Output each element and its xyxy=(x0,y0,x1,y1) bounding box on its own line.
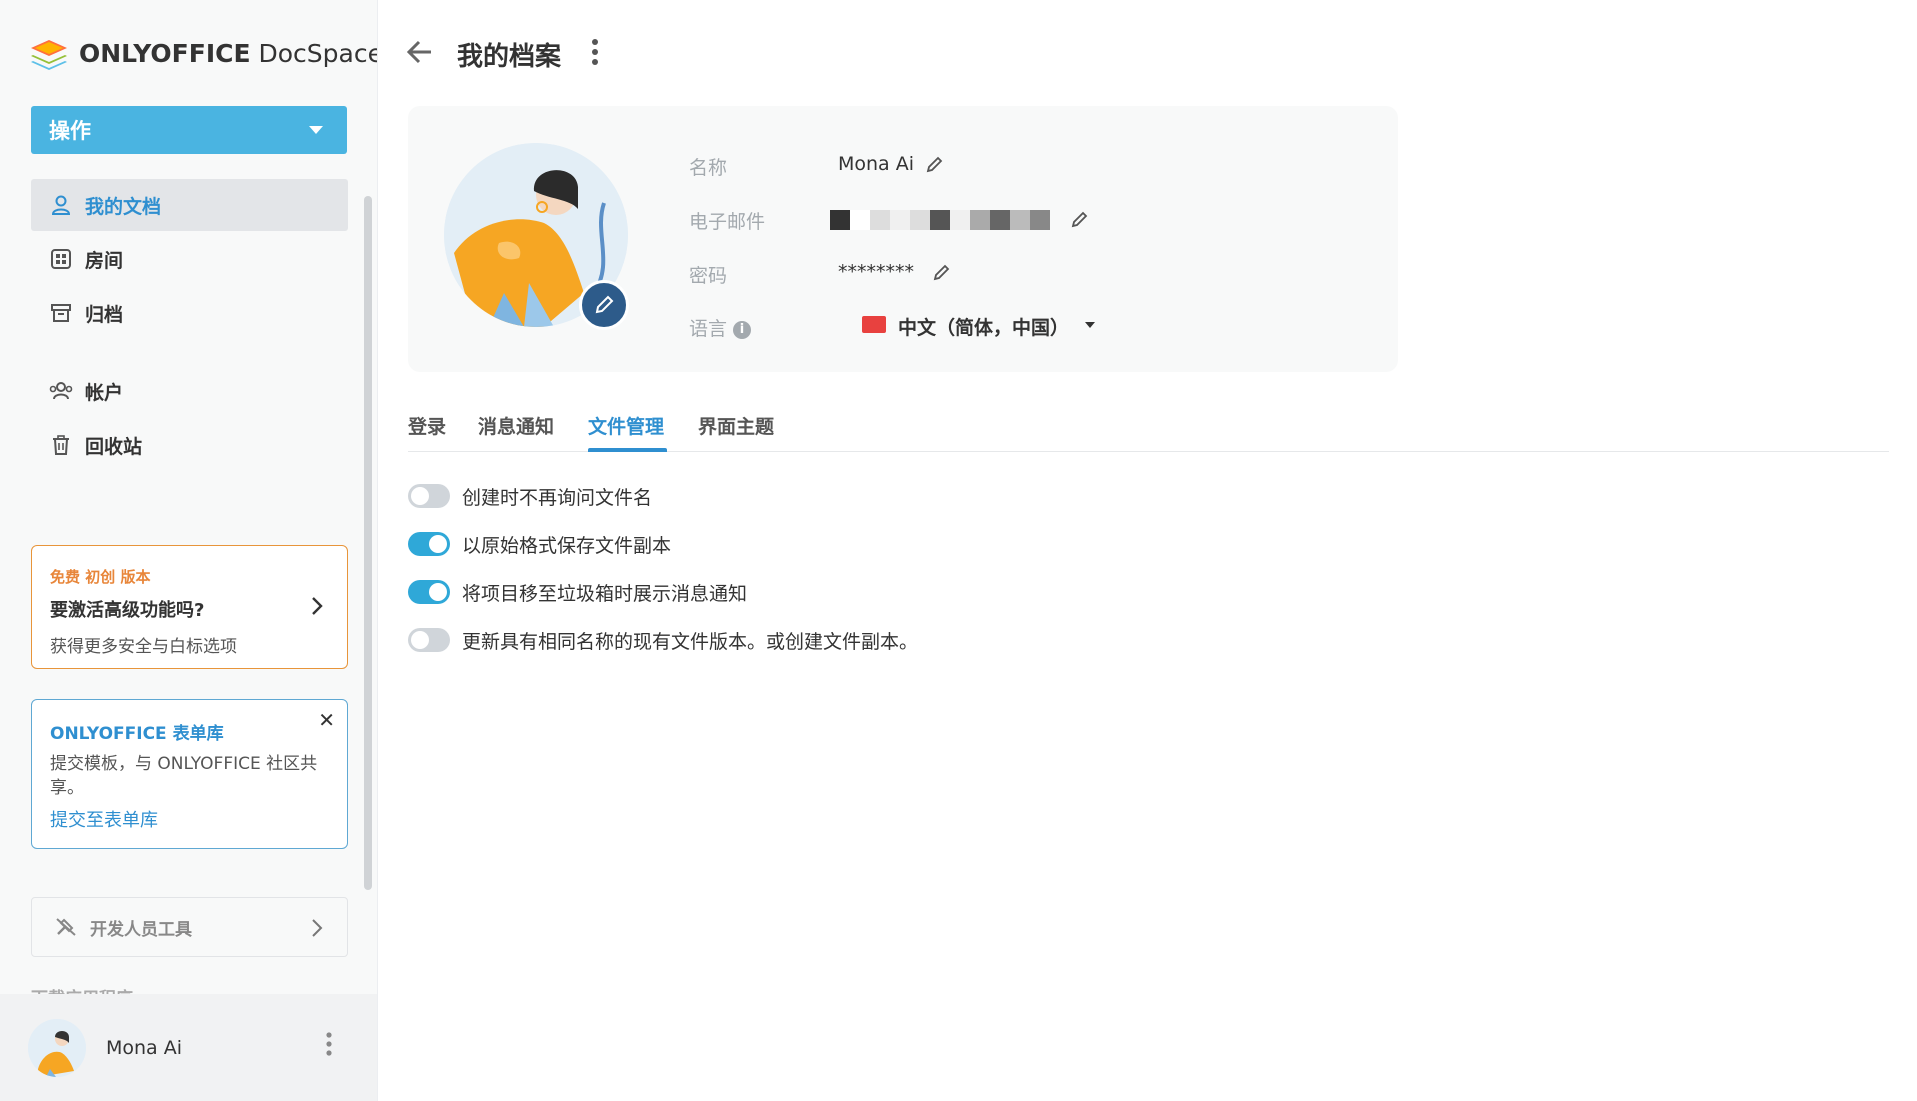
onlyoffice-logo-icon xyxy=(29,34,69,72)
tab-login[interactable]: 登录 xyxy=(408,412,446,439)
language-select[interactable]: 中文（简体，中国） xyxy=(898,313,1069,340)
sidebar-item-accounts[interactable]: 帐户 xyxy=(31,365,348,417)
developer-tools-label: 开发人员工具 xyxy=(90,915,192,940)
sidebar-item-archive[interactable]: 归档 xyxy=(31,287,348,339)
sidebar-scrollbar[interactable] xyxy=(364,196,372,890)
promo-title: 要激活高级功能吗? xyxy=(50,596,329,622)
edit-email-icon[interactable] xyxy=(1071,210,1089,232)
toggle-trash-notification[interactable] xyxy=(408,580,450,604)
setting-label: 以原始格式保存文件副本 xyxy=(462,531,671,558)
name-label: 名称 xyxy=(689,153,727,180)
password-label: 密码 xyxy=(689,261,727,288)
promo-tag: 免费 初创 版本 xyxy=(50,566,329,587)
language-label-text: 语言 xyxy=(689,318,727,340)
user-profile-bar[interactable]: Mona Ai xyxy=(0,994,377,1101)
logo-text: ONLYOFFICE DocSpace xyxy=(79,39,378,68)
toggle-save-original-format-copy[interactable] xyxy=(408,532,450,556)
forms-gallery-card: ONLYOFFICE 表单库 提交模板，与 ONLYOFFICE 社区共享。 提… xyxy=(31,699,348,849)
actions-button[interactable]: 操作 xyxy=(31,106,347,154)
forms-gallery-title: ONLYOFFICE 表单库 xyxy=(50,719,329,744)
setting-label: 创建时不再询问文件名 xyxy=(462,483,652,510)
settings-tabs: 登录 消息通知 文件管理 界面主题 xyxy=(408,408,1889,452)
sidebar-item-rooms[interactable]: 房间 xyxy=(31,233,348,285)
setting-row: 更新具有相同名称的现有文件版本。或创建文件副本。 xyxy=(408,627,918,653)
edit-name-icon[interactable] xyxy=(926,155,944,177)
email-label: 电子邮件 xyxy=(689,207,765,234)
user-name: Mona Ai xyxy=(106,1037,182,1059)
forms-gallery-text: 提交模板，与 ONLYOFFICE 社区共享。 xyxy=(50,752,329,800)
app-logo[interactable]: ONLYOFFICE DocSpace xyxy=(29,33,378,73)
china-flag-icon xyxy=(862,316,886,333)
upgrade-promo-card[interactable]: 免费 初创 版本 要激活高级功能吗? 获得更多安全与白标选项 xyxy=(31,545,348,669)
sidebar-item-label: 帐户 xyxy=(85,378,123,405)
accounts-icon xyxy=(49,379,73,403)
back-arrow-icon[interactable] xyxy=(405,38,433,70)
chevron-down-icon[interactable] xyxy=(1085,322,1095,328)
password-value: ******** xyxy=(838,261,914,283)
setting-row: 以原始格式保存文件副本 xyxy=(408,531,671,557)
info-icon[interactable]: i xyxy=(733,321,751,339)
sidebar-item-label: 归档 xyxy=(85,300,123,327)
promo-subtitle: 获得更多安全与白标选项 xyxy=(50,632,329,657)
developer-tools-icon xyxy=(54,916,78,938)
edit-avatar-button[interactable] xyxy=(579,280,629,330)
actions-button-label: 操作 xyxy=(49,115,91,145)
email-value-redacted xyxy=(830,210,1050,230)
sidebar: ONLYOFFICE DocSpace 操作 我的文档 房间 归档 帐户 回收站 xyxy=(0,0,378,1101)
user-icon xyxy=(49,193,73,217)
main-content: 我的档案 名称 Mona Ai 电子邮件 xyxy=(379,0,1917,1101)
trash-icon xyxy=(49,433,73,457)
archive-icon xyxy=(49,301,73,325)
toggle-update-existing-version[interactable] xyxy=(408,628,450,652)
active-tab-indicator xyxy=(588,448,667,452)
avatar[interactable] xyxy=(28,1019,86,1077)
sidebar-item-label: 房间 xyxy=(85,246,123,273)
rooms-grid-icon xyxy=(49,247,73,271)
sidebar-item-trash[interactable]: 回收站 xyxy=(31,419,348,471)
setting-row: 创建时不再询问文件名 xyxy=(408,483,652,509)
more-options-icon[interactable] xyxy=(592,38,598,70)
toggle-dont-ask-filename[interactable] xyxy=(408,484,450,508)
setting-row: 将项目移至垃圾箱时展示消息通知 xyxy=(408,579,747,605)
user-menu-dots-icon[interactable] xyxy=(326,1032,332,1060)
edit-password-icon[interactable] xyxy=(933,263,951,285)
submit-to-gallery-link[interactable]: 提交至表单库 xyxy=(50,806,329,832)
name-value: Mona Ai xyxy=(838,153,914,175)
setting-label: 更新具有相同名称的现有文件版本。或创建文件副本。 xyxy=(462,627,918,654)
close-icon[interactable]: ✕ xyxy=(318,708,335,732)
setting-label: 将项目移至垃圾箱时展示消息通知 xyxy=(462,579,747,606)
chevron-right-icon xyxy=(311,918,323,943)
chevron-down-icon xyxy=(309,126,323,134)
sidebar-item-label: 回收站 xyxy=(85,432,142,459)
chevron-right-icon xyxy=(311,596,323,620)
page-title: 我的档案 xyxy=(457,36,561,73)
developer-tools-button[interactable]: 开发人员工具 xyxy=(31,897,348,957)
sidebar-item-my-documents[interactable]: 我的文档 xyxy=(31,179,348,231)
pencil-icon xyxy=(593,294,615,316)
sidebar-item-label: 我的文档 xyxy=(85,192,161,219)
language-label: 语言 i xyxy=(689,314,751,341)
tab-interface-theme[interactable]: 界面主题 xyxy=(698,412,774,439)
tab-file-management[interactable]: 文件管理 xyxy=(588,412,664,439)
tab-notifications[interactable]: 消息通知 xyxy=(478,412,554,439)
